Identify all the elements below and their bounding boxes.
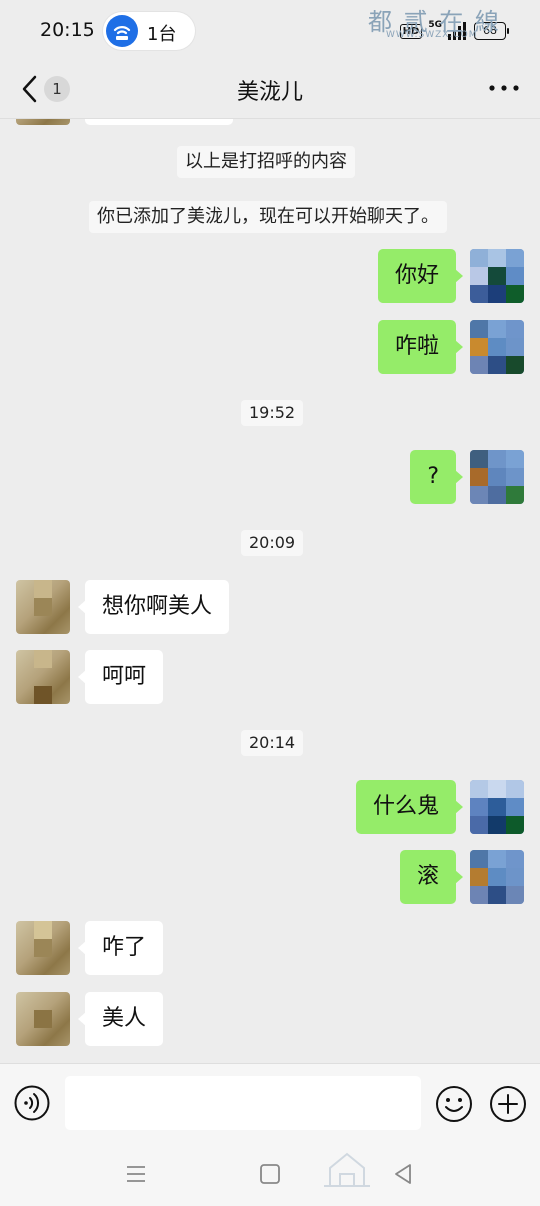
system-notice: 以上是打招呼的内容	[177, 146, 355, 178]
menu-icon[interactable]	[125, 1163, 147, 1185]
message-bubble-partial[interactable]	[85, 119, 233, 125]
status-time: 20:15	[40, 19, 95, 41]
timestamp: 19:52	[241, 400, 304, 426]
message-bubble-received[interactable]: 美人	[77, 992, 164, 1046]
contact-avatar[interactable]	[16, 650, 70, 704]
chat-header: 1 美泷儿	[0, 62, 540, 119]
contact-avatar[interactable]	[16, 921, 70, 975]
message-bubble-sent[interactable]: 什么鬼	[355, 780, 464, 834]
chat-title: 美泷儿	[236, 80, 303, 105]
message-bubble-sent[interactable]: ?	[410, 450, 463, 504]
my-avatar[interactable]	[470, 850, 524, 904]
contact-avatar[interactable]	[16, 580, 70, 634]
more-dots-icon	[489, 85, 519, 91]
hotspot-pill[interactable]: 1台	[103, 12, 195, 50]
system-notice: 你已添加了美泷儿，现在可以开始聊天了。	[89, 201, 447, 233]
wifi-router-icon	[106, 15, 138, 47]
message-bubble-sent[interactable]: 你好	[377, 249, 464, 303]
contact-avatar[interactable]	[16, 992, 70, 1046]
more-actions-button[interactable]	[489, 1085, 527, 1123]
message-bubble-received[interactable]: 想你啊美人	[77, 580, 230, 634]
my-avatar[interactable]	[470, 249, 524, 303]
message-bubble-received[interactable]: 呵呵	[77, 650, 164, 704]
watermark-logo-icon	[324, 1152, 370, 1187]
home-icon[interactable]	[259, 1163, 281, 1185]
emoji-icon	[436, 1086, 472, 1122]
message-bubble-sent[interactable]: 滚	[399, 850, 464, 904]
timestamp: 20:14	[241, 730, 304, 756]
more-button[interactable]	[486, 72, 522, 104]
my-avatar[interactable]	[470, 320, 524, 374]
voice-button[interactable]	[14, 1085, 50, 1121]
hotspot-device-count: 1台	[147, 24, 177, 45]
message-input[interactable]	[65, 1076, 421, 1130]
plus-icon	[490, 1086, 526, 1122]
message-bubble-sent[interactable]: 咋啦	[377, 320, 464, 374]
message-bubble-received[interactable]: 咋了	[77, 921, 164, 975]
message-list[interactable]: 以上是打招呼的内容 你已添加了美泷儿，现在可以开始聊天了。 你好 咋啦 19:5…	[0, 119, 540, 1063]
input-bar	[0, 1063, 540, 1144]
voice-icon	[14, 1085, 50, 1121]
my-avatar[interactable]	[470, 780, 524, 834]
emoji-button[interactable]	[435, 1085, 473, 1123]
watermark-url: WWW.SWZX.COM	[386, 30, 478, 40]
contact-avatar[interactable]	[16, 119, 70, 125]
my-avatar[interactable]	[470, 450, 524, 504]
timestamp: 20:09	[241, 530, 304, 556]
